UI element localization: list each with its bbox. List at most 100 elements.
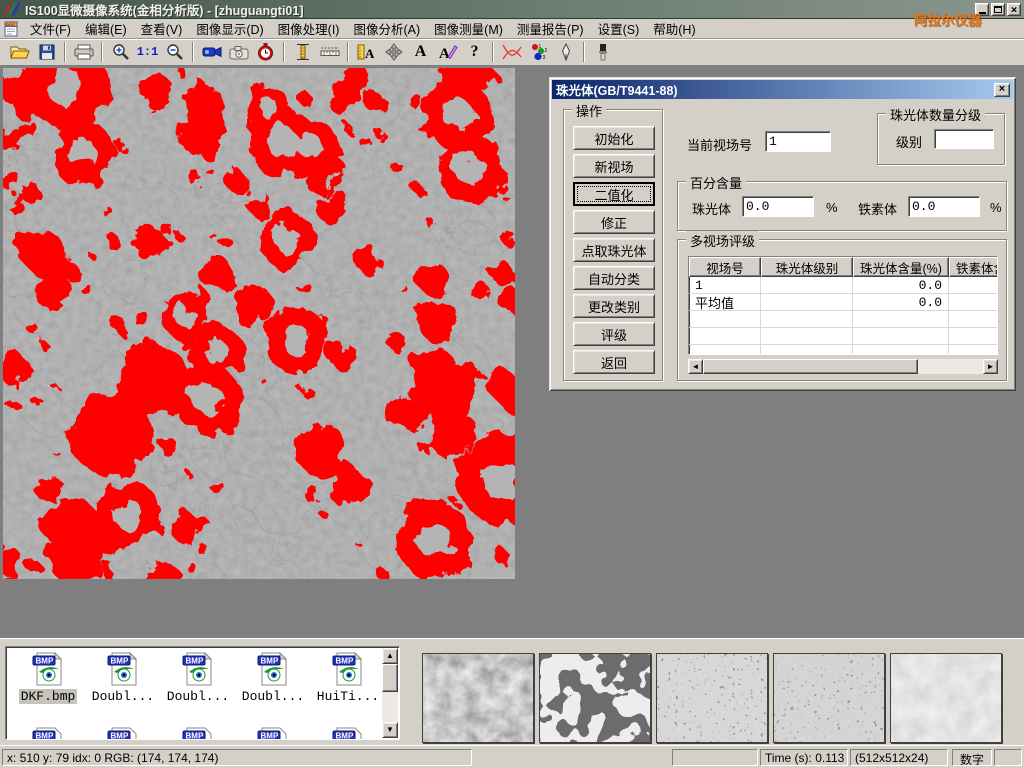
caliper-horizontal-icon[interactable] — [316, 40, 343, 64]
svg-text:A: A — [365, 46, 375, 61]
image-canvas[interactable] — [3, 68, 515, 579]
file-name[interactable]: DKF.bmp — [19, 689, 78, 704]
table-hscrollbar[interactable]: ◄ ► — [688, 359, 998, 374]
file-item[interactable]: BMP Doubl... — [237, 652, 309, 704]
scrollbar-thumb[interactable] — [382, 664, 398, 692]
open-icon[interactable] — [6, 40, 33, 64]
actual-size-icon[interactable]: 1:1 — [134, 40, 161, 64]
table-row[interactable] — [689, 311, 997, 328]
binarize-button[interactable]: 二值化 — [573, 182, 655, 206]
table-row[interactable] — [689, 328, 997, 345]
menu-settings[interactable]: 设置(S) — [591, 17, 647, 40]
save-icon[interactable] — [33, 40, 60, 64]
timer-icon[interactable] — [252, 40, 279, 64]
scrollbar-thumb[interactable] — [703, 359, 918, 374]
auto-classify-button[interactable]: 自动分类 — [573, 266, 655, 290]
text-icon[interactable]: A — [407, 40, 434, 64]
toolbar: 1:1 A A A ? 123 — [0, 39, 1024, 66]
file-item[interactable]: BMP DKF.bmp — [12, 652, 84, 704]
file-item[interactable]: BMP — [237, 727, 309, 740]
gallery-thumbnail[interactable] — [773, 653, 885, 743]
scroll-up-button[interactable]: ▲ — [382, 648, 398, 664]
menu-image-analysis[interactable]: 图像分析(A) — [346, 17, 427, 40]
scroll-right-button[interactable]: ► — [983, 359, 998, 374]
table-row[interactable]: 1 0.0 — [689, 277, 997, 294]
file-name[interactable]: Doubl... — [90, 689, 156, 704]
scroll-left-button[interactable]: ◄ — [688, 359, 703, 374]
table-row[interactable]: 平均值 0.0 — [689, 294, 997, 311]
window-title: IS100显微摄像系统(金相分析版) - [zhuguangti01] — [25, 0, 303, 19]
menu-help[interactable]: 帮助(H) — [646, 17, 702, 40]
file-item[interactable]: BMP HuiTi... — [312, 652, 384, 704]
menu-measure-report[interactable]: 测量报告(P) — [510, 17, 591, 40]
file-item[interactable]: BMP Doubl... — [87, 652, 159, 704]
maximize-button[interactable] — [991, 3, 1005, 16]
header-field-no[interactable]: 视场号 — [689, 257, 761, 277]
gallery-thumbnail[interactable] — [890, 653, 1002, 743]
menu-file[interactable]: 文件(F) — [23, 17, 78, 40]
file-name[interactable]: Doubl... — [240, 689, 306, 704]
close-button[interactable]: × — [1007, 3, 1021, 16]
svg-text:BMP: BMP — [111, 732, 129, 741]
toolbar-separator — [492, 42, 494, 62]
menu-image-processing[interactable]: 图像处理(I) — [271, 17, 347, 40]
watermark: 阿拉尔仪器 — [914, 9, 982, 29]
file-item[interactable]: BMP — [87, 727, 159, 740]
menu-view[interactable]: 查看(V) — [134, 17, 190, 40]
curve-tool-icon[interactable] — [498, 40, 525, 64]
ferrite-percent-unit: % — [990, 200, 1002, 215]
svg-text:BMP: BMP — [186, 732, 204, 741]
operations-group-label: 操作 — [572, 101, 606, 120]
bmp-file-icon: BMP — [331, 652, 365, 686]
gallery-thumbnail[interactable] — [539, 653, 651, 743]
menu-edit[interactable]: 编辑(E) — [78, 17, 134, 40]
file-item[interactable]: BMP — [162, 727, 234, 740]
dialog-title-bar[interactable]: 珠光体(GB/T9441-88) × — [552, 80, 1013, 99]
ferrite-percent-input[interactable]: 0.0 — [908, 196, 980, 217]
print-icon[interactable] — [70, 40, 97, 64]
correct-button[interactable]: 修正 — [573, 210, 655, 234]
help-icon[interactable]: ? — [461, 40, 488, 64]
dialog-close-button[interactable]: × — [994, 83, 1010, 97]
document-icon[interactable]: DOC — [4, 21, 19, 37]
zoom-out-icon[interactable] — [161, 40, 188, 64]
header-pearlite-level[interactable]: 珠光体级别 — [761, 257, 853, 277]
new-field-button[interactable]: 新视场 — [573, 154, 655, 178]
file-list-scrollbar[interactable]: ▲ ▼ — [382, 648, 398, 738]
bottom-panel: BMP DKF.bmp BMP Doubl... BMP Doubl... BM… — [0, 638, 1024, 745]
file-name[interactable]: HuiTi... — [315, 689, 381, 704]
gallery-thumbnail[interactable] — [656, 653, 768, 743]
annotate-icon[interactable]: A — [434, 40, 461, 64]
menu-image-measure[interactable]: 图像测量(M) — [427, 17, 510, 40]
rgb-points-icon[interactable]: 123 — [525, 40, 552, 64]
current-field-input[interactable]: 1 — [765, 131, 831, 152]
capture-camera-icon[interactable] — [225, 40, 252, 64]
menu-image-display[interactable]: 图像显示(D) — [189, 17, 270, 40]
change-class-button[interactable]: 更改类别 — [573, 294, 655, 318]
caliper-vertical-icon[interactable] — [289, 40, 316, 64]
file-item[interactable]: BMP — [312, 727, 384, 740]
table-row[interactable] — [689, 345, 997, 355]
file-item[interactable]: BMP Doubl... — [162, 652, 234, 704]
header-pearlite-pct[interactable]: 珠光体含量(%) — [853, 257, 949, 277]
file-item[interactable]: BMP — [12, 727, 84, 740]
pearlite-percent-input[interactable]: 0.0 — [742, 196, 814, 217]
scroll-down-button[interactable]: ▼ — [382, 722, 398, 738]
rate-button[interactable]: 评级 — [573, 322, 655, 346]
pen-tool-icon[interactable] — [552, 40, 579, 64]
initialize-button[interactable]: 初始化 — [573, 126, 655, 150]
gallery-thumbnail[interactable] — [422, 653, 534, 743]
return-button[interactable]: 返回 — [573, 350, 655, 374]
level-input[interactable] — [934, 129, 994, 149]
move-icon[interactable] — [380, 40, 407, 64]
video-camera-icon[interactable] — [198, 40, 225, 64]
file-listbox[interactable]: BMP DKF.bmp BMP Doubl... BMP Doubl... BM… — [5, 646, 400, 740]
zoom-in-icon[interactable] — [107, 40, 134, 64]
file-name[interactable]: Doubl... — [165, 689, 231, 704]
measure-scale-icon[interactable]: A — [353, 40, 380, 64]
brush-icon[interactable] — [589, 40, 616, 64]
pick-pearlite-button[interactable]: 点取珠光体 — [573, 238, 655, 262]
header-ferrite-pct[interactable]: 铁素体含量(%) — [949, 257, 998, 277]
status-image-size: (512x512x24) — [850, 749, 948, 766]
cell-ferrite-pct — [949, 294, 998, 311]
